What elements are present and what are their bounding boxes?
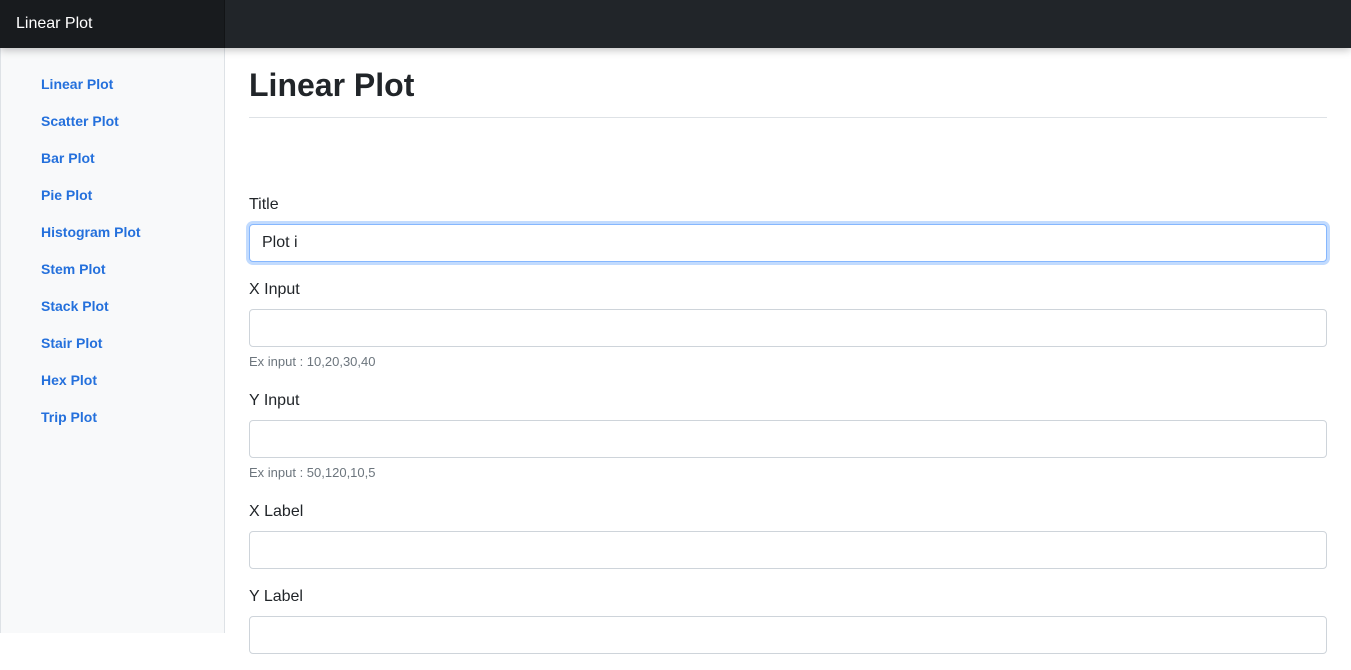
sidebar-item-histogram-plot[interactable]: Histogram Plot [1,214,224,251]
main-content: Linear Plot Title X Input Ex input : 10,… [249,48,1327,670]
x-label-field[interactable] [249,531,1327,569]
sidebar-item-stack-plot[interactable]: Stack Plot [1,288,224,325]
plot-form: Title X Input Ex input : 10,20,30,40 Y I… [249,193,1327,654]
x-input-label: X Input [249,281,300,298]
sidebar-item-stem-plot[interactable]: Stem Plot [1,251,224,288]
title-group: Title [249,193,1327,262]
title-input[interactable] [249,224,1327,262]
x-label-label: X Label [249,503,304,520]
y-input-field[interactable] [249,420,1327,458]
y-label-group: Y Label [249,585,1327,654]
sidebar-item-trip-plot[interactable]: Trip Plot [1,399,224,436]
sidebar-item-linear-plot[interactable]: Linear Plot [1,66,224,103]
x-input-group: X Input Ex input : 10,20,30,40 [249,278,1327,371]
navbar-brand[interactable]: Linear Plot [0,0,225,48]
top-navbar: Linear Plot [0,0,1351,48]
x-input-field[interactable] [249,309,1327,347]
y-label-label: Y Label [249,588,303,605]
x-label-group: X Label [249,500,1327,569]
page-title: Linear Plot [249,48,1327,118]
x-input-help: Ex input : 10,20,30,40 [249,354,376,369]
sidebar: Linear Plot Scatter Plot Bar Plot Pie Pl… [0,48,225,633]
sidebar-item-pie-plot[interactable]: Pie Plot [1,177,224,214]
title-label: Title [249,196,279,213]
sidebar-item-scatter-plot[interactable]: Scatter Plot [1,103,224,140]
y-input-label: Y Input [249,392,300,409]
sidebar-item-bar-plot[interactable]: Bar Plot [1,140,224,177]
sidebar-nav: Linear Plot Scatter Plot Bar Plot Pie Pl… [1,48,224,436]
sidebar-item-hex-plot[interactable]: Hex Plot [1,362,224,399]
y-label-field[interactable] [249,616,1327,654]
y-input-help: Ex input : 50,120,10,5 [249,465,376,480]
sidebar-item-stair-plot[interactable]: Stair Plot [1,325,224,362]
y-input-group: Y Input Ex input : 50,120,10,5 [249,389,1327,482]
